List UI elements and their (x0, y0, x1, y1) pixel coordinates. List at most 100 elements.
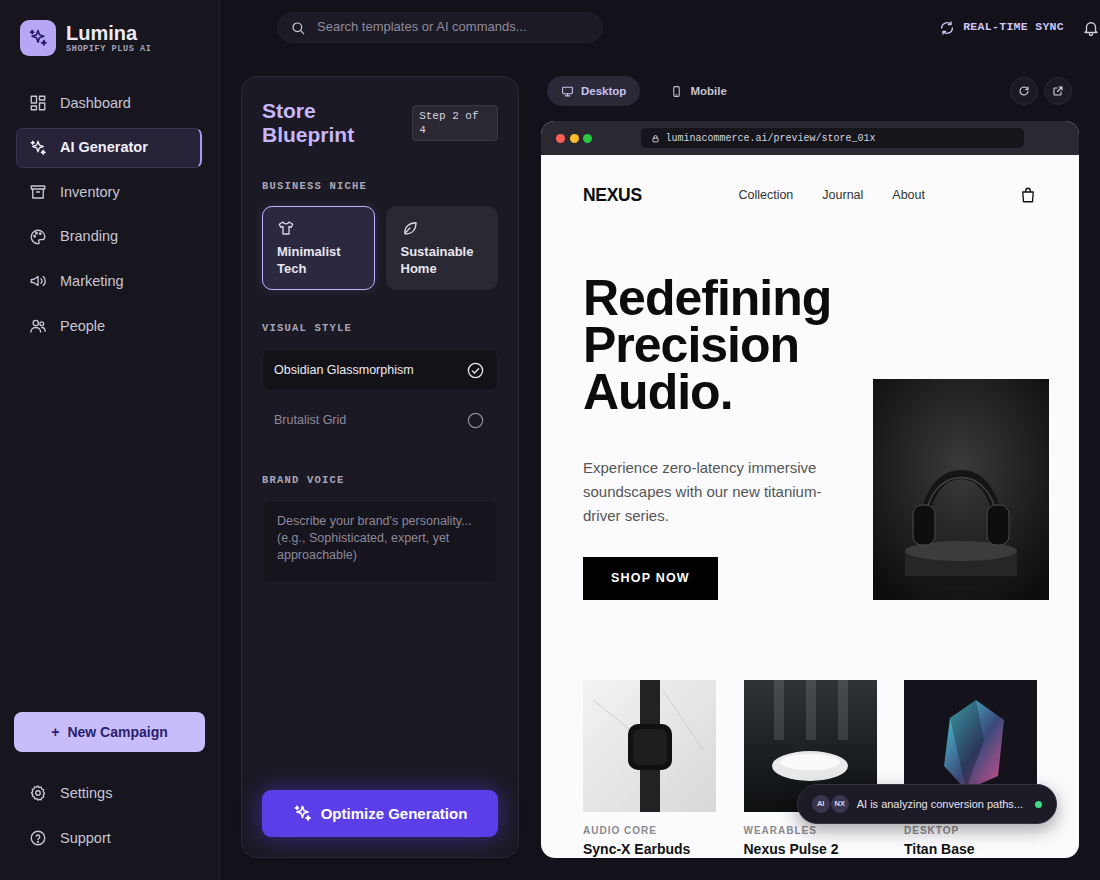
product-card[interactable]: AUDIO CORESync-X Earbuds (583, 680, 716, 858)
ai-status-toast: AINX AI is analyzing conversion paths... (797, 784, 1057, 824)
app-tagline: SHOPIFY PLUS AI (66, 44, 152, 55)
sparkle-icon (29, 139, 47, 157)
sidebar-item-label: Branding (60, 227, 118, 246)
product-category: WEARABLES (744, 825, 877, 837)
sync-label: REAL-TIME SYNC (963, 20, 1064, 35)
sparkle-icon (293, 804, 312, 823)
megaphone-icon (29, 272, 47, 290)
style-label: Obsidian Glassmorphism (274, 362, 414, 378)
sync-status[interactable]: REAL-TIME SYNC (939, 20, 1064, 36)
window-control-dot[interactable] (556, 134, 565, 143)
optimize-button[interactable]: Optimize Generation (262, 790, 498, 837)
sync-icon (939, 20, 955, 36)
logo (20, 20, 56, 56)
niche-label: Minimalist Tech (277, 243, 360, 277)
sidebar-item[interactable]: AI Generator (16, 128, 202, 168)
sidebar-footer-list: Settings Support (0, 773, 219, 858)
box-icon (29, 183, 47, 201)
view-tabs: Desktop Mobile (541, 76, 1079, 106)
check-circle-icon (466, 361, 485, 380)
new-campaign-label: New Campaign (67, 723, 167, 741)
sidebar-item[interactable]: Dashboard (16, 83, 202, 123)
avatar-group: AINX (812, 795, 849, 813)
sidebar-item[interactable]: People (16, 306, 202, 346)
product-grid: AUDIO CORESync-X Earbuds WEARABLES Nexus P… (583, 680, 1037, 858)
product-category: AUDIO CORE (583, 825, 716, 837)
hero-subhead: Experience zero-latency immersive sounds… (583, 456, 848, 528)
sidebar-footer-item[interactable]: Settings (16, 773, 202, 813)
store-logo[interactable]: NEXUS (583, 184, 642, 207)
store-blueprint-panel: Store BlueprintStep 2 of 4 BUSINESS NICHE… (241, 76, 519, 858)
view-tab-label: Desktop (581, 84, 626, 99)
sidebar-item[interactable]: Marketing (16, 261, 202, 301)
hero-headline: Redefining Precision Audio. (583, 275, 873, 416)
radio-circle-icon (466, 411, 485, 430)
section-label: BUSINESS NICHE (262, 180, 498, 192)
view-tab[interactable]: Mobile (656, 76, 740, 106)
app-name: Lumina (66, 22, 152, 44)
leaf-icon (401, 219, 419, 237)
style-option[interactable]: Brutalist Grid (262, 399, 498, 441)
sidebar-footer: + New Campaign Settings Support (0, 712, 219, 858)
top-bar: REAL-TIME SYNC (220, 0, 1100, 55)
panel-title: Store Blueprint (262, 99, 412, 147)
palette-icon (29, 228, 47, 246)
window-control-dot[interactable] (583, 134, 592, 143)
sidebar-item[interactable]: Inventory (16, 172, 202, 212)
sidebar-footer-label: Support (60, 829, 111, 848)
store-nav-link[interactable]: About (892, 187, 925, 203)
brand-voice-input[interactable] (262, 500, 498, 583)
niche-card[interactable]: Sustainable Home (386, 206, 499, 290)
product-category: DESKTOP (904, 825, 1037, 837)
step-badge: Step 2 of 4 (412, 105, 498, 142)
external-button[interactable] (1044, 77, 1072, 105)
main-area: REAL-TIME SYNC Store BlueprintStep 2 of 4… (220, 0, 1100, 880)
store-nav-link[interactable]: Journal (822, 187, 863, 203)
browser-preview: luminacommerce.ai/preview/store_01x NEXUS… (541, 121, 1079, 858)
style-option[interactable]: Obsidian Glassmorphism (262, 349, 498, 391)
monitor-icon (561, 85, 574, 98)
sidebar-item-label: People (60, 317, 105, 336)
store-nav-link[interactable]: Collection (738, 187, 793, 203)
new-campaign-button[interactable]: + New Campaign (14, 712, 205, 752)
hero-image (873, 379, 1049, 600)
bag-icon[interactable] (1019, 186, 1037, 204)
toast-text: AI is analyzing conversion paths... (857, 797, 1023, 811)
shirt-icon (277, 219, 295, 237)
style-options: Obsidian Glassmorphism Brutalist Grid (262, 349, 498, 441)
product-name: Nexus Pulse 2 (744, 841, 877, 858)
address-bar[interactable]: luminacommerce.ai/preview/store_01x (641, 128, 1025, 148)
section-label: BRAND VOICE (262, 474, 498, 486)
search-input[interactable] (315, 18, 590, 37)
product-card[interactable]: WEARABLES Nexus Pulse 2 (744, 680, 877, 858)
store-nav: Collection Journal About (738, 187, 925, 203)
search-box[interactable] (277, 12, 603, 43)
niche-card[interactable]: Minimalist Tech (262, 206, 375, 290)
shop-now-button[interactable]: SHOP NOW (583, 557, 718, 600)
bell-icon[interactable] (1082, 19, 1100, 37)
sidebar-item-label: AI Generator (60, 138, 148, 157)
preview-actions (1010, 77, 1072, 105)
style-label: Brutalist Grid (274, 412, 346, 428)
product-card[interactable]: DESKTOPTitan Base (904, 680, 1037, 858)
sidebar-footer-label: Settings (60, 784, 112, 803)
phone-icon (670, 85, 683, 98)
refresh-button[interactable] (1010, 77, 1038, 105)
window-control-dot[interactable] (570, 134, 579, 143)
avatar: AI (812, 795, 830, 813)
plus-icon: + (51, 723, 59, 741)
live-status-dot (1035, 801, 1042, 808)
people-icon (29, 317, 47, 335)
hero-section: Redefining Precision Audio. Experience ze… (583, 275, 1037, 600)
niche-options: Minimalist Tech Sustainable Home (262, 206, 498, 290)
sidebar-item[interactable]: Branding (16, 217, 202, 257)
sidebar-footer-item[interactable]: Support (16, 818, 202, 858)
workspace: Store BlueprintStep 2 of 4 BUSINESS NICHE… (220, 55, 1100, 880)
sidebar-item-label: Inventory (60, 183, 120, 202)
section-label: VISUAL STYLE (262, 322, 498, 334)
view-tab[interactable]: Desktop (547, 76, 640, 106)
sidebar-nav: Dashboard AI Generator Inventory Branding Ma… (0, 83, 219, 346)
brand-text: LuminaSHOPIFY PLUS AI (66, 22, 152, 55)
gear-icon (29, 784, 47, 802)
avatar: NX (831, 795, 849, 813)
